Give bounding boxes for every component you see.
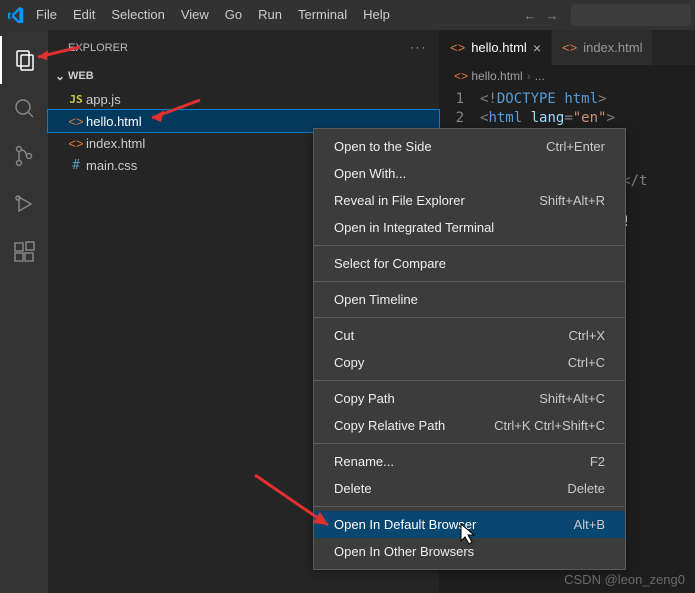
ctx-separator — [314, 245, 625, 246]
command-center-search[interactable] — [571, 4, 691, 26]
ctx-separator — [314, 506, 625, 507]
menu-run[interactable]: Run — [250, 0, 290, 30]
explorer-folder-name: WEB — [68, 70, 94, 82]
js-file-icon: JS — [66, 93, 86, 106]
ctx-separator — [314, 443, 625, 444]
activity-source-control-icon[interactable] — [0, 132, 48, 180]
menu-file[interactable]: File — [28, 0, 65, 30]
tab-hello-html[interactable]: <> hello.html × — [440, 30, 552, 65]
ctx-open-default-browser[interactable]: Open In Default BrowserAlt+B — [314, 511, 625, 538]
tab-close-icon[interactable]: × — [533, 40, 541, 56]
file-label: app.js — [86, 92, 121, 107]
file-label: index.html — [86, 136, 145, 151]
explorer-title: EXPLORER — [68, 42, 128, 54]
breadcrumb-separator-icon: › — [527, 69, 531, 83]
line-number: 1 — [440, 91, 480, 110]
chevron-down-icon: ⌄ — [52, 69, 68, 83]
activity-bar — [0, 30, 48, 593]
ctx-rename[interactable]: Rename...F2 — [314, 448, 625, 475]
editor-tabs: <> hello.html × <> index.html — [440, 30, 695, 65]
breadcrumb-file: hello.html — [471, 69, 522, 83]
file-label: main.css — [86, 158, 137, 173]
menu-bar: File Edit Selection View Go Run Terminal… — [0, 0, 695, 30]
ctx-terminal[interactable]: Open in Integrated Terminal — [314, 214, 625, 241]
tab-label: hello.html — [471, 40, 527, 55]
nav-forward-icon[interactable]: → — [541, 8, 563, 23]
nav-back-icon[interactable]: ← — [519, 8, 541, 23]
file-app-js[interactable]: JS app.js — [48, 88, 439, 110]
ctx-open-with[interactable]: Open With... — [314, 160, 625, 187]
activity-search-icon[interactable] — [0, 84, 48, 132]
ctx-timeline[interactable]: Open Timeline — [314, 286, 625, 313]
html-file-icon: <> — [66, 136, 86, 151]
tab-label: index.html — [583, 40, 642, 55]
menu-go[interactable]: Go — [217, 0, 250, 30]
ctx-reveal[interactable]: Reveal in File ExplorerShift+Alt+R — [314, 187, 625, 214]
vscode-logo-icon — [4, 7, 28, 23]
css-file-icon: # — [66, 158, 86, 173]
tab-index-html[interactable]: <> index.html — [552, 30, 653, 65]
menu-help[interactable]: Help — [355, 0, 398, 30]
menu-selection[interactable]: Selection — [103, 0, 172, 30]
menu-edit[interactable]: Edit — [65, 0, 103, 30]
menu-terminal[interactable]: Terminal — [290, 0, 355, 30]
ctx-compare[interactable]: Select for Compare — [314, 250, 625, 277]
ctx-copy-path[interactable]: Copy PathShift+Alt+C — [314, 385, 625, 412]
html-file-icon: <> — [454, 69, 468, 83]
explorer-folder-header[interactable]: ⌄ WEB — [48, 65, 439, 87]
explorer-more-icon[interactable]: ··· — [410, 42, 427, 54]
ctx-separator — [314, 380, 625, 381]
ctx-copy-rel-path[interactable]: Copy Relative PathCtrl+K Ctrl+Shift+C — [314, 412, 625, 439]
html-file-icon: <> — [562, 40, 577, 55]
menu-view[interactable]: View — [173, 0, 217, 30]
html-file-icon: <> — [66, 114, 86, 129]
breadcrumb-more: ... — [535, 69, 545, 83]
html-file-icon: <> — [450, 40, 465, 55]
activity-explorer-icon[interactable] — [0, 36, 48, 84]
ctx-cut[interactable]: CutCtrl+X — [314, 322, 625, 349]
activity-extensions-icon[interactable] — [0, 228, 48, 276]
file-context-menu: Open to the SideCtrl+Enter Open With... … — [313, 128, 626, 570]
line-number: 2 — [440, 110, 480, 129]
ctx-open-side[interactable]: Open to the SideCtrl+Enter — [314, 133, 625, 160]
ctx-open-other-browsers[interactable]: Open In Other Browsers — [314, 538, 625, 565]
breadcrumbs[interactable]: <> hello.html › ... — [440, 65, 695, 87]
ctx-delete[interactable]: DeleteDelete — [314, 475, 625, 502]
ctx-separator — [314, 317, 625, 318]
watermark-text: CSDN @leon_zeng0 — [564, 572, 685, 587]
ctx-separator — [314, 281, 625, 282]
ctx-copy[interactable]: CopyCtrl+C — [314, 349, 625, 376]
activity-debug-icon[interactable] — [0, 180, 48, 228]
file-label: hello.html — [86, 114, 142, 129]
